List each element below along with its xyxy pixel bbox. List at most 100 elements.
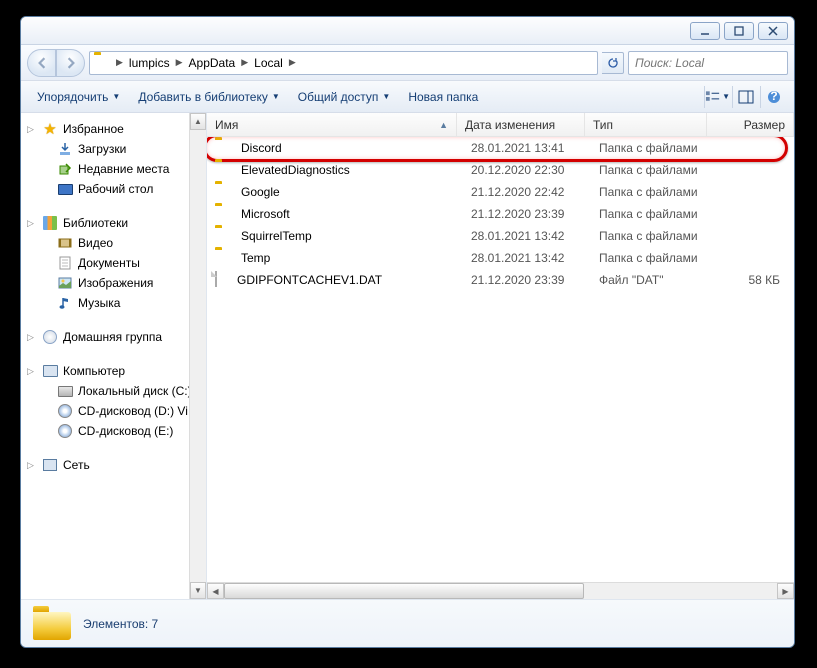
drive-icon <box>57 383 73 399</box>
scroll-up-button[interactable]: ▲ <box>190 113 206 130</box>
view-options-button[interactable]: ▼ <box>704 86 730 108</box>
music-icon <box>57 295 73 311</box>
svg-text:?: ? <box>770 90 777 103</box>
file-date: 28.01.2021 13:41 <box>463 141 591 155</box>
address-bar[interactable]: ▶ lumpics ▶ AppData ▶ Local ▶ <box>89 51 598 75</box>
file-row[interactable]: Microsoft 21.12.2020 23:39Папка с файлами <box>207 203 794 225</box>
breadcrumb-item[interactable]: lumpics <box>125 56 174 70</box>
refresh-button[interactable] <box>602 52 624 74</box>
folder-icon <box>215 250 231 266</box>
sidebar-item-recent[interactable]: Недавние места <box>21 159 206 179</box>
organize-button[interactable]: Упорядочить▼ <box>29 86 128 108</box>
minimize-button[interactable] <box>690 22 720 40</box>
sidebar-homegroup[interactable]: ▷Домашняя группа <box>21 327 206 347</box>
network-icon <box>42 457 58 473</box>
sort-asc-icon: ▲ <box>439 120 448 130</box>
cd-icon <box>57 403 73 419</box>
search-box[interactable] <box>628 51 788 75</box>
folder-icon <box>94 55 110 71</box>
breadcrumb-item[interactable]: AppData <box>185 56 240 70</box>
share-button[interactable]: Общий доступ▼ <box>290 86 399 108</box>
libraries-icon <box>42 215 58 231</box>
breadcrumb-item[interactable]: Local <box>250 56 287 70</box>
sidebar-libraries[interactable]: ▷Библиотеки <box>21 213 206 233</box>
close-button[interactable] <box>758 22 788 40</box>
status-count: Элементов: 7 <box>83 617 158 631</box>
file-name: Temp <box>241 251 270 265</box>
expand-icon: ▷ <box>27 460 37 471</box>
forward-button[interactable] <box>56 49 85 77</box>
sidebar-item-documents[interactable]: Документы <box>21 253 206 273</box>
sidebar-scrollbar[interactable]: ▲ ▼ <box>189 113 206 599</box>
file-type: Папка с файлами <box>591 207 713 221</box>
expand-icon: ▷ <box>27 124 37 135</box>
pictures-icon <box>57 275 73 291</box>
video-icon <box>57 235 73 251</box>
file-row[interactable]: Google21.12.2020 22:42Папка с файлами <box>207 181 794 203</box>
column-type[interactable]: Тип <box>585 113 707 136</box>
sidebar-item-downloads[interactable]: Загрузки <box>21 139 206 159</box>
file-row[interactable]: SquirrelTemp28.01.2021 13:42Папка с файл… <box>207 225 794 247</box>
file-name: Microsoft <box>241 207 290 221</box>
chevron-right-icon[interactable]: ▶ <box>239 57 250 68</box>
file-date: 21.12.2020 22:42 <box>463 185 591 199</box>
expand-icon: ▷ <box>27 366 37 377</box>
sidebar-item-music[interactable]: Музыка <box>21 293 206 313</box>
file-type: Файл "DAT" <box>591 273 713 287</box>
explorer-window: ▶ lumpics ▶ AppData ▶ Local ▶ Упорядочит… <box>20 16 795 648</box>
help-button[interactable]: ? <box>760 86 786 108</box>
column-size[interactable]: Размер <box>707 113 794 136</box>
document-icon <box>57 255 73 271</box>
scroll-left-button[interactable]: ◀ <box>207 583 224 599</box>
scroll-down-button[interactable]: ▼ <box>190 582 206 599</box>
sidebar-item-drive-d[interactable]: CD-дисковод (D:) Vi <box>21 401 206 421</box>
sidebar-favorites[interactable]: ▷★Избранное <box>21 119 206 139</box>
column-name[interactable]: Имя▲ <box>207 113 457 136</box>
file-date: 20.12.2020 22:30 <box>463 163 591 177</box>
chevron-down-icon: ▼ <box>722 92 730 101</box>
expand-icon: ▷ <box>27 218 37 229</box>
sidebar-item-desktop[interactable]: Рабочий стол <box>21 179 206 199</box>
scroll-thumb[interactable] <box>224 583 584 599</box>
maximize-button[interactable] <box>724 22 754 40</box>
sidebar-item-pictures[interactable]: Изображения <box>21 273 206 293</box>
chevron-right-icon[interactable]: ▶ <box>114 57 125 68</box>
file-date: 28.01.2021 13:42 <box>463 229 591 243</box>
column-date[interactable]: Дата изменения <box>457 113 585 136</box>
file-row[interactable]: GDIPFONTCACHEV1.DAT21.12.2020 23:39Файл … <box>207 269 794 291</box>
sidebar-item-drive-e[interactable]: CD-дисковод (E:) <box>21 421 206 441</box>
sidebar-network[interactable]: ▷Сеть <box>21 455 206 475</box>
file-size: 58 КБ <box>713 273 794 287</box>
add-to-library-button[interactable]: Добавить в библиотеку▼ <box>130 86 287 108</box>
recent-icon <box>57 161 73 177</box>
toolbar: Упорядочить▼ Добавить в библиотеку▼ Общи… <box>21 81 794 113</box>
search-input[interactable] <box>633 55 794 71</box>
preview-pane-button[interactable] <box>732 86 758 108</box>
cd-icon <box>57 423 73 439</box>
chevron-down-icon: ▼ <box>382 92 390 101</box>
horizontal-scrollbar[interactable]: ◀ ▶ <box>207 582 794 599</box>
file-date: 21.12.2020 23:39 <box>463 207 591 221</box>
scroll-right-button[interactable]: ▶ <box>777 583 794 599</box>
file-row[interactable]: Discord28.01.2021 13:41Папка с файлами <box>207 137 794 159</box>
file-name: SquirrelTemp <box>241 229 312 243</box>
chevron-right-icon[interactable]: ▶ <box>174 57 185 68</box>
sidebar-computer[interactable]: ▷Компьютер <box>21 361 206 381</box>
sidebar-item-videos[interactable]: Видео <box>21 233 206 253</box>
file-row[interactable]: ElevatedDiagnostics20.12.2020 22:30Папка… <box>207 159 794 181</box>
file-type: Папка с файлами <box>591 141 713 155</box>
desktop-icon <box>57 181 73 197</box>
file-row[interactable]: Temp28.01.2021 13:42Папка с файлами <box>207 247 794 269</box>
expand-icon: ▷ <box>27 332 37 343</box>
file-rows: Discord28.01.2021 13:41Папка с файламиEl… <box>207 137 794 582</box>
title-bar <box>21 17 794 45</box>
navigation-pane: ▷★Избранное Загрузки Недавние места Рабо… <box>21 113 207 599</box>
chevron-right-icon[interactable]: ▶ <box>287 57 298 68</box>
downloads-icon <box>57 141 73 157</box>
sidebar-item-drive-c[interactable]: Локальный диск (C:) <box>21 381 206 401</box>
back-button[interactable] <box>27 49 56 77</box>
new-folder-button[interactable]: Новая папка <box>400 86 486 108</box>
folder-icon <box>215 140 231 156</box>
homegroup-icon <box>42 329 58 345</box>
file-name: Google <box>241 185 280 199</box>
